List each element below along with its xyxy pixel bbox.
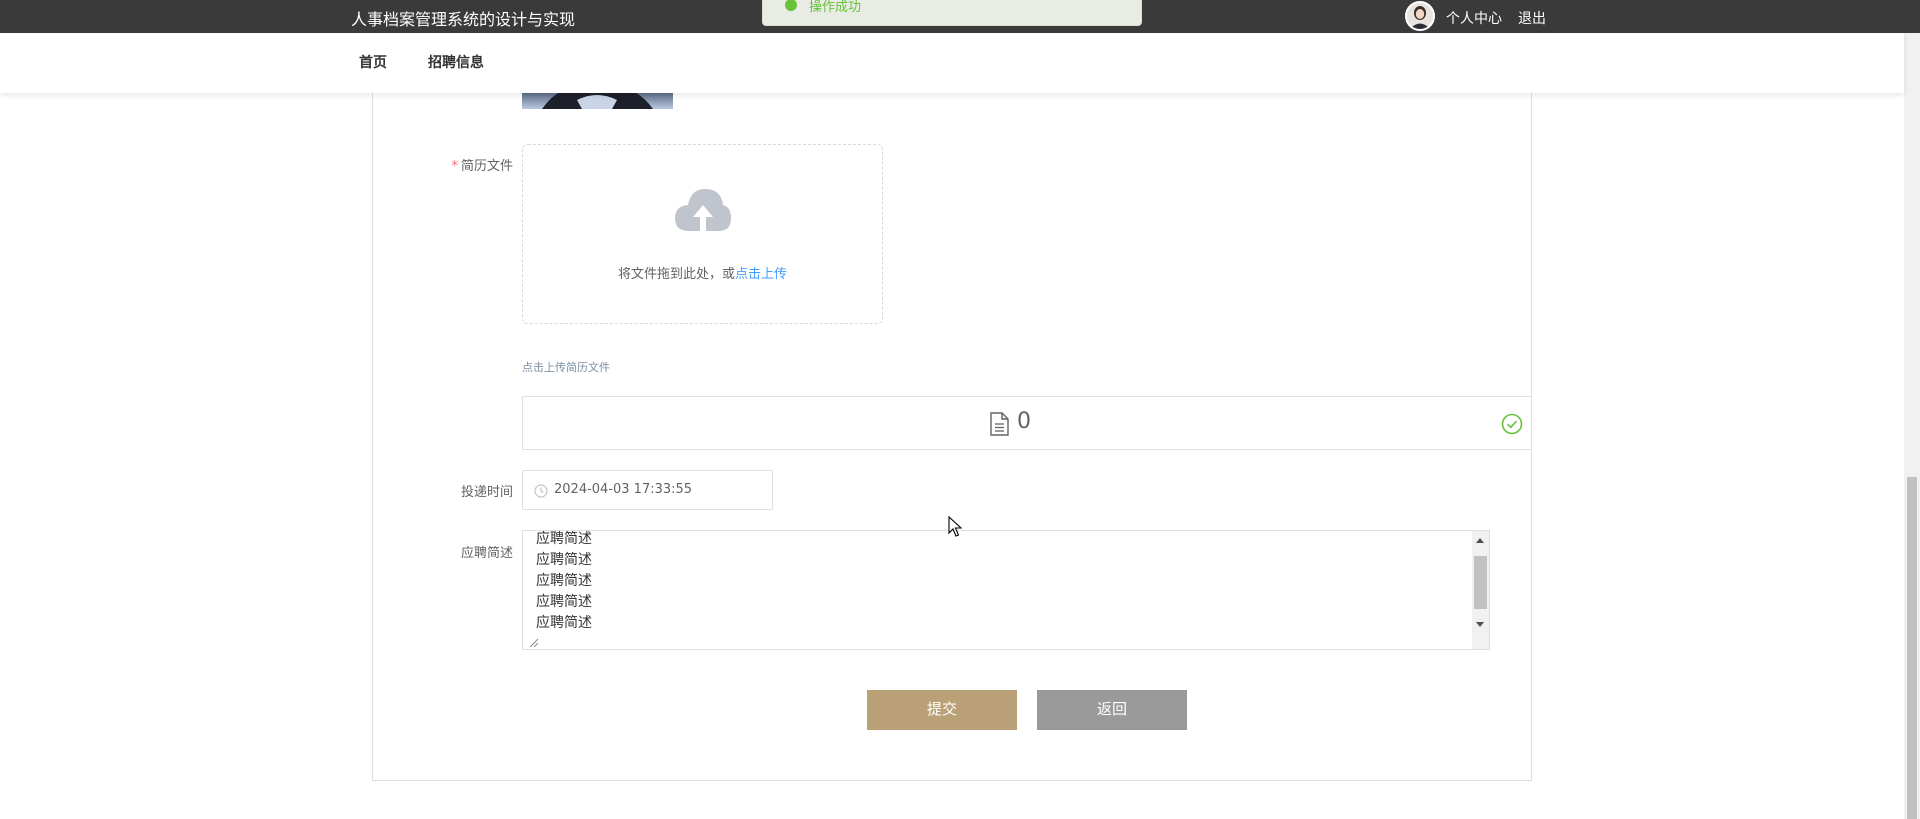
- submit-button[interactable]: 提交: [867, 690, 1017, 730]
- desc-line: 应聘简述: [536, 552, 592, 568]
- submit-time-picker[interactable]: 2024-04-03 17:33:55: [522, 470, 773, 510]
- upload-hint: 点击上传简历文件: [522, 361, 610, 374]
- top-bar: 人事档案管理系统的设计与实现 操作成功 个人中心 退出: [0, 0, 1920, 33]
- resume-upload-dropzone[interactable]: 将文件拖到此处，或点击上传: [522, 144, 883, 324]
- scrollbar-thumb[interactable]: [1474, 556, 1487, 609]
- file-count: 0: [1017, 409, 1031, 434]
- check-circle-icon: [1501, 413, 1523, 435]
- toast-message: 操作成功: [809, 0, 862, 15]
- success-toast: 操作成功: [762, 0, 1142, 26]
- scroll-down-arrow[interactable]: [1476, 622, 1484, 627]
- profile-link[interactable]: 个人中心: [1446, 8, 1502, 28]
- resume-label: * 简历文件: [451, 159, 513, 174]
- required-mark: *: [451, 159, 458, 174]
- desc-line: 应聘简述: [536, 615, 592, 631]
- avatar[interactable]: [1405, 1, 1435, 31]
- back-button[interactable]: 返回: [1037, 690, 1187, 730]
- desc-label: 应聘简述: [460, 546, 513, 561]
- desc-line: 应聘简述: [536, 531, 592, 547]
- upload-instructions: 将文件拖到此处，或点击上传: [617, 267, 788, 282]
- textarea-scrollbar[interactable]: [1472, 531, 1489, 649]
- desc-text: 应聘简述 应聘简述 应聘简述 应聘简述 应聘简述: [536, 531, 592, 634]
- clock-icon: [534, 484, 548, 498]
- desc-line: 应聘简述: [536, 594, 592, 610]
- submit-time-value: 2024-04-03 17:33:55: [554, 482, 693, 497]
- nav-item-recruitment[interactable]: 招聘信息: [428, 52, 484, 72]
- desc-line: 应聘简述: [536, 573, 592, 589]
- page-scrollbar[interactable]: [1904, 33, 1920, 819]
- success-icon: [785, 0, 797, 11]
- cloud-upload-icon: [675, 189, 731, 231]
- time-label: 投递时间: [460, 485, 513, 500]
- nav-item-home[interactable]: 首页: [359, 52, 387, 72]
- main-nav: 首页 招聘信息: [0, 33, 1904, 93]
- mouse-cursor-icon: [948, 516, 962, 537]
- click-upload-link[interactable]: 点击上传: [735, 267, 787, 282]
- file-list-item[interactable]: 0: [522, 396, 1532, 450]
- scroll-up-arrow[interactable]: [1476, 538, 1484, 543]
- page-scrollbar-thumb[interactable]: [1907, 477, 1917, 819]
- app-title: 人事档案管理系统的设计与实现: [351, 10, 576, 29]
- resize-grip-icon[interactable]: [528, 637, 538, 647]
- logout-link[interactable]: 退出: [1518, 8, 1546, 28]
- document-icon: [990, 412, 1009, 436]
- desc-textarea[interactable]: 应聘简述 应聘简述 应聘简述 应聘简述 应聘简述: [522, 530, 1490, 650]
